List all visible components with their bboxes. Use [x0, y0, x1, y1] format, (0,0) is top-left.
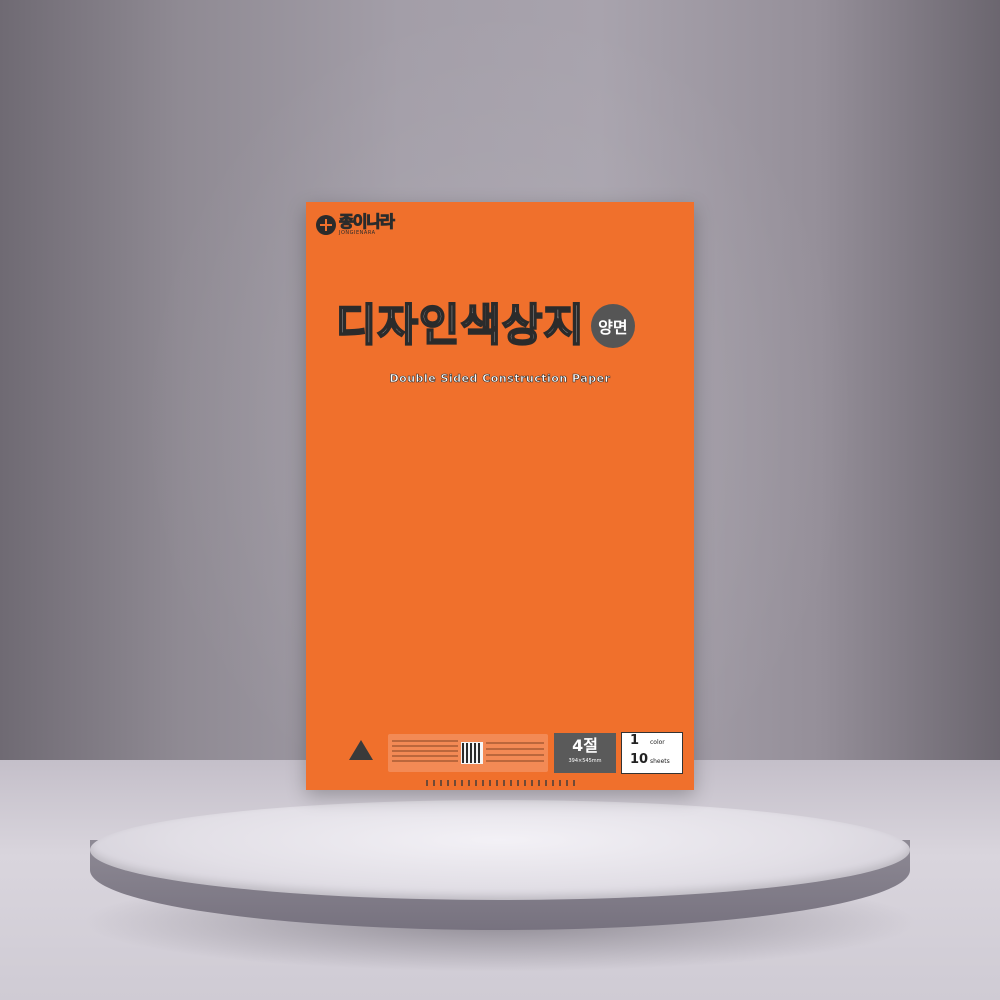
qr-code-icon: [461, 742, 483, 764]
size-main: 4절: [572, 736, 598, 755]
double-sided-badge: 양면: [590, 304, 635, 348]
brand-mark-icon: [316, 215, 336, 235]
brand-name: 종이나라: [339, 212, 396, 231]
size-sub: 394×545mm: [568, 758, 602, 764]
count-num: 10: [630, 752, 649, 767]
product-scene: 종이나라 JONGIENARA 디자인색상지 양면 Double Sided C…: [0, 0, 1000, 1000]
count-label: 1 color 10 sheets: [621, 732, 683, 774]
info-text-lines-2: [486, 742, 544, 766]
count-row: 10 sheets: [622, 752, 682, 771]
product-subtitle: Double Sided Construction Paper: [389, 372, 611, 386]
brand-logo: 종이나라 JONGIENARA: [316, 212, 396, 236]
count-unit: color: [650, 739, 665, 746]
bottom-print-strip: [426, 780, 576, 786]
recycle-icon: [349, 740, 373, 760]
product-title: 디자인색상지: [335, 300, 585, 351]
count-unit: sheets: [650, 758, 670, 765]
size-label: 4절 394×545mm: [554, 733, 616, 773]
title-row: 디자인색상지 양면: [335, 300, 635, 351]
info-panel: [388, 734, 548, 772]
paper-pack: 종이나라 JONGIENARA 디자인색상지 양면 Double Sided C…: [306, 202, 694, 790]
podium-top: [90, 800, 910, 900]
count-num: 1: [630, 733, 640, 748]
count-row: 1 color: [622, 733, 682, 752]
info-text-lines: [392, 740, 458, 765]
recycle-mark: [348, 740, 374, 780]
